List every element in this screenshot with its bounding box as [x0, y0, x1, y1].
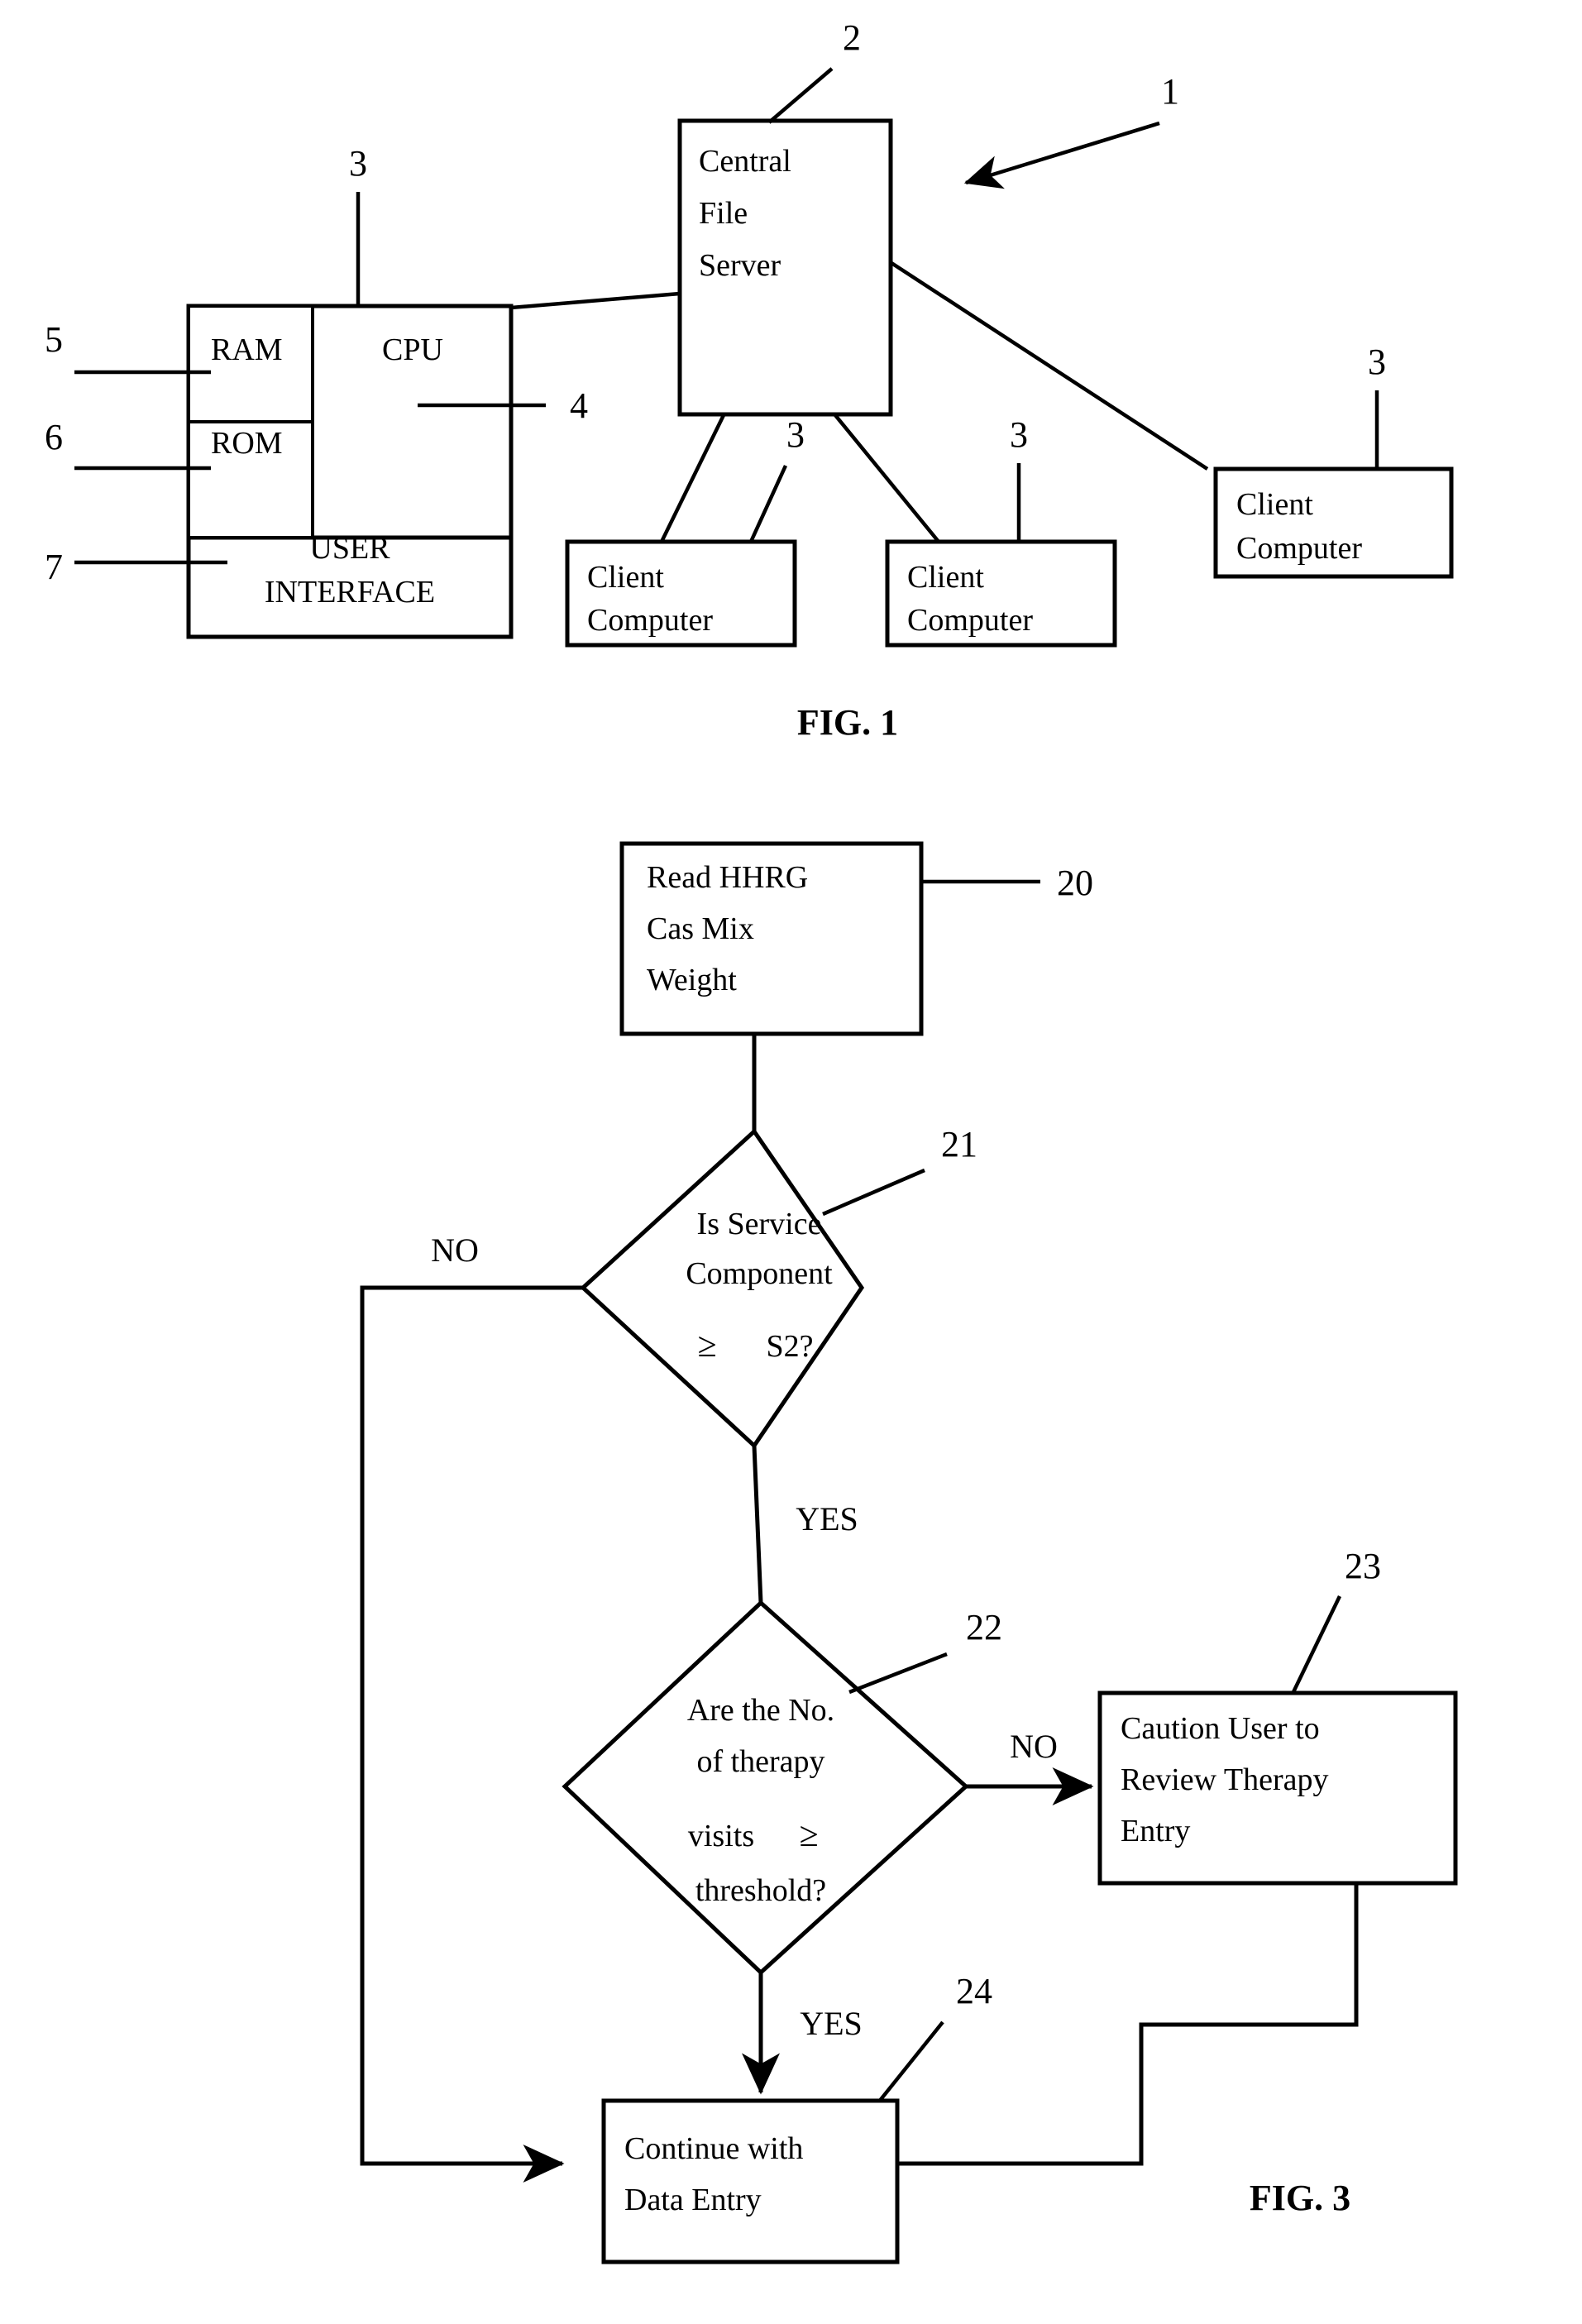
ref-number-3-workstation: 3 — [349, 143, 367, 184]
read-hhrg-weight-line1: Read HHRG — [647, 860, 808, 895]
decision-22-line1: Are the No. — [687, 1693, 834, 1728]
ref-number-3-client-3: 3 — [1368, 342, 1386, 382]
flow-decision-21-yes-branch — [752, 1445, 763, 1604]
edge-label-decision-21-no: NO — [431, 1231, 479, 1269]
read-hhrg-weight-line3: Weight — [647, 963, 737, 997]
figure-1-group: 1 Central File Server 2 RAM ROM CPU USER… — [45, 17, 1454, 743]
ref-number-22: 22 — [966, 1607, 1002, 1647]
ref-number-6: 6 — [45, 417, 63, 457]
central-file-server-label-line1: Central — [699, 144, 791, 179]
link-server-to-client-2 — [834, 414, 940, 543]
ref-number-20: 20 — [1057, 863, 1093, 903]
leader-line-node-24-ref — [877, 2020, 944, 2103]
cpu-label: CPU — [382, 332, 443, 367]
decision-22-geq-symbol: ≥ — [799, 1816, 818, 1854]
client-computer-2-label-line1: Client — [907, 560, 984, 595]
continue-data-entry-box — [601, 2098, 900, 2264]
leader-line-server-ref — [767, 67, 834, 124]
leader-line-node-22-ref — [848, 1652, 948, 1695]
continue-data-entry-line1: Continue with — [624, 2131, 803, 2166]
user-interface-label-line1: USER — [309, 531, 390, 566]
client-computer-3-label-line2: Computer — [1236, 531, 1362, 566]
client-computer-2-label-line2: Computer — [907, 603, 1033, 638]
decision-21-line2: Component — [686, 1256, 833, 1291]
figure-3-group: Read HHRG Cas Mix Weight 20 Is Service C… — [360, 841, 1458, 2264]
link-server-to-workstation — [510, 291, 681, 310]
rom-label: ROM — [211, 426, 283, 461]
ref-number-3-client-1: 3 — [786, 414, 805, 455]
edge-label-decision-22-yes: YES — [800, 2005, 863, 2042]
caution-user-line2: Review Therapy — [1121, 1762, 1329, 1797]
link-server-to-client-1 — [659, 414, 726, 543]
leader-arrow-system-1 — [963, 121, 1160, 189]
ref-number-4: 4 — [570, 385, 588, 426]
ref-number-5: 5 — [45, 319, 63, 360]
decision-21-compare-value: S2? — [767, 1329, 814, 1364]
caution-user-line3: Entry — [1121, 1814, 1190, 1848]
decision-21-line1: Is Service — [697, 1207, 822, 1241]
ref-number-1: 1 — [1161, 71, 1179, 112]
decision-21-geq-symbol: ≥ — [697, 1327, 716, 1365]
decision-22-compare-prefix: visits — [688, 1819, 754, 1853]
edge-label-decision-22-no: NO — [1010, 1728, 1058, 1765]
read-hhrg-weight-line2: Cas Mix — [647, 911, 754, 946]
caution-user-line1: Caution User to — [1121, 1711, 1320, 1746]
decision-22-compare-suffix: threshold? — [695, 1873, 826, 1908]
edge-label-decision-21-yes: YES — [796, 1500, 858, 1537]
figure-3-caption: FIG. 3 — [1250, 2178, 1350, 2218]
ref-number-2: 2 — [843, 17, 861, 58]
user-interface-label-line2: INTERFACE — [265, 575, 435, 610]
patent-drawing-sheet: 1 Central File Server 2 RAM ROM CPU USER… — [0, 0, 1582, 2324]
figures-canvas: 1 Central File Server 2 RAM ROM CPU USER… — [45, 17, 1458, 2264]
client-computer-1-label-line2: Computer — [587, 603, 713, 638]
ref-number-7: 7 — [45, 547, 63, 587]
leader-line-node-23-ref — [1290, 1595, 1342, 1695]
ram-label: RAM — [211, 332, 283, 367]
central-file-server-label-line3: Server — [699, 248, 781, 283]
central-file-server-label-line2: File — [699, 196, 748, 231]
link-server-to-client-3 — [890, 261, 1209, 471]
leader-line-client-1-ref — [748, 465, 788, 543]
flow-decision-21-no-branch — [360, 1285, 583, 2183]
continue-data-entry-line2: Data Entry — [624, 2183, 762, 2217]
ref-number-23: 23 — [1345, 1546, 1381, 1586]
ref-number-3-client-2: 3 — [1010, 414, 1028, 455]
ref-number-21: 21 — [941, 1124, 977, 1164]
ref-number-24: 24 — [956, 1971, 992, 2011]
figure-1-caption: FIG. 1 — [797, 702, 898, 743]
decision-22-line2: of therapy — [696, 1744, 824, 1779]
client-computer-3-label-line1: Client — [1236, 487, 1313, 522]
decision-therapy-visits-diamond — [562, 1600, 969, 1976]
leader-line-node-21-ref — [822, 1168, 925, 1217]
client-computer-1-label-line1: Client — [587, 560, 664, 595]
